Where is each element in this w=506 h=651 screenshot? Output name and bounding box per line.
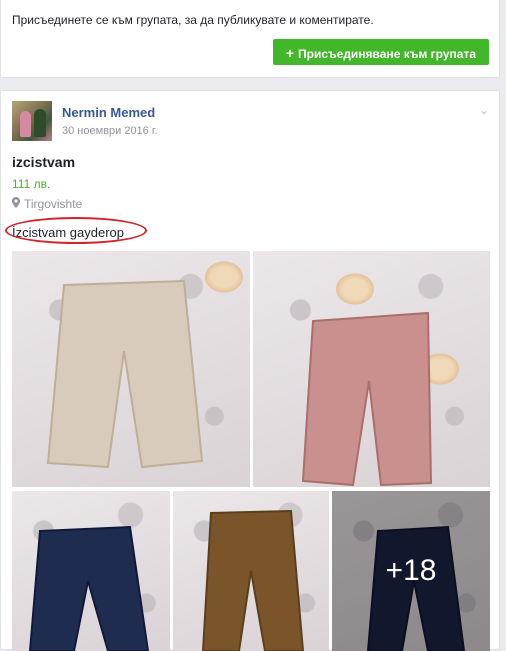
photo-beige-pants[interactable] <box>12 251 250 487</box>
plus-icon: + <box>285 45 295 61</box>
post-author[interactable]: Nermin Memed <box>62 105 155 120</box>
photo-brown-pants[interactable] <box>173 491 329 651</box>
join-prompt: Присъединете се към групата, за да публи… <box>12 13 374 27</box>
pants-shape <box>301 311 433 487</box>
post-date[interactable]: 30 ноември 2016 г. <box>62 125 158 137</box>
red-annotation-circle <box>5 217 147 244</box>
join-group-button[interactable]: + Присъединяване към групата <box>272 39 489 65</box>
location-pin-icon <box>12 197 20 211</box>
location-text: Tirgovishte <box>24 197 83 211</box>
photo-pink-pants[interactable] <box>253 251 490 487</box>
join-group-button-label: Присъединяване към групата <box>298 47 476 61</box>
avatar[interactable] <box>12 101 52 141</box>
photo-dark-jeans[interactable] <box>12 491 170 651</box>
pants-shape <box>28 525 150 651</box>
listing-price: 111 лв. <box>12 177 51 191</box>
listing-title: izcistvam <box>12 154 76 170</box>
pants-shape <box>46 279 204 469</box>
more-photos-count: +18 <box>385 554 437 587</box>
listing-location: Tirgovishte <box>12 197 82 211</box>
photo-jeans-more[interactable]: +18 <box>332 491 490 651</box>
post-card: Nermin Memed 30 ноември 2016 г. ⌄ izcist… <box>0 90 500 651</box>
pants-shape <box>201 509 305 651</box>
join-group-card: Присъединете се към групата, за да публи… <box>0 0 500 78</box>
more-photos-overlay[interactable]: +18 <box>332 491 490 651</box>
chevron-down-icon[interactable]: ⌄ <box>479 103 489 117</box>
